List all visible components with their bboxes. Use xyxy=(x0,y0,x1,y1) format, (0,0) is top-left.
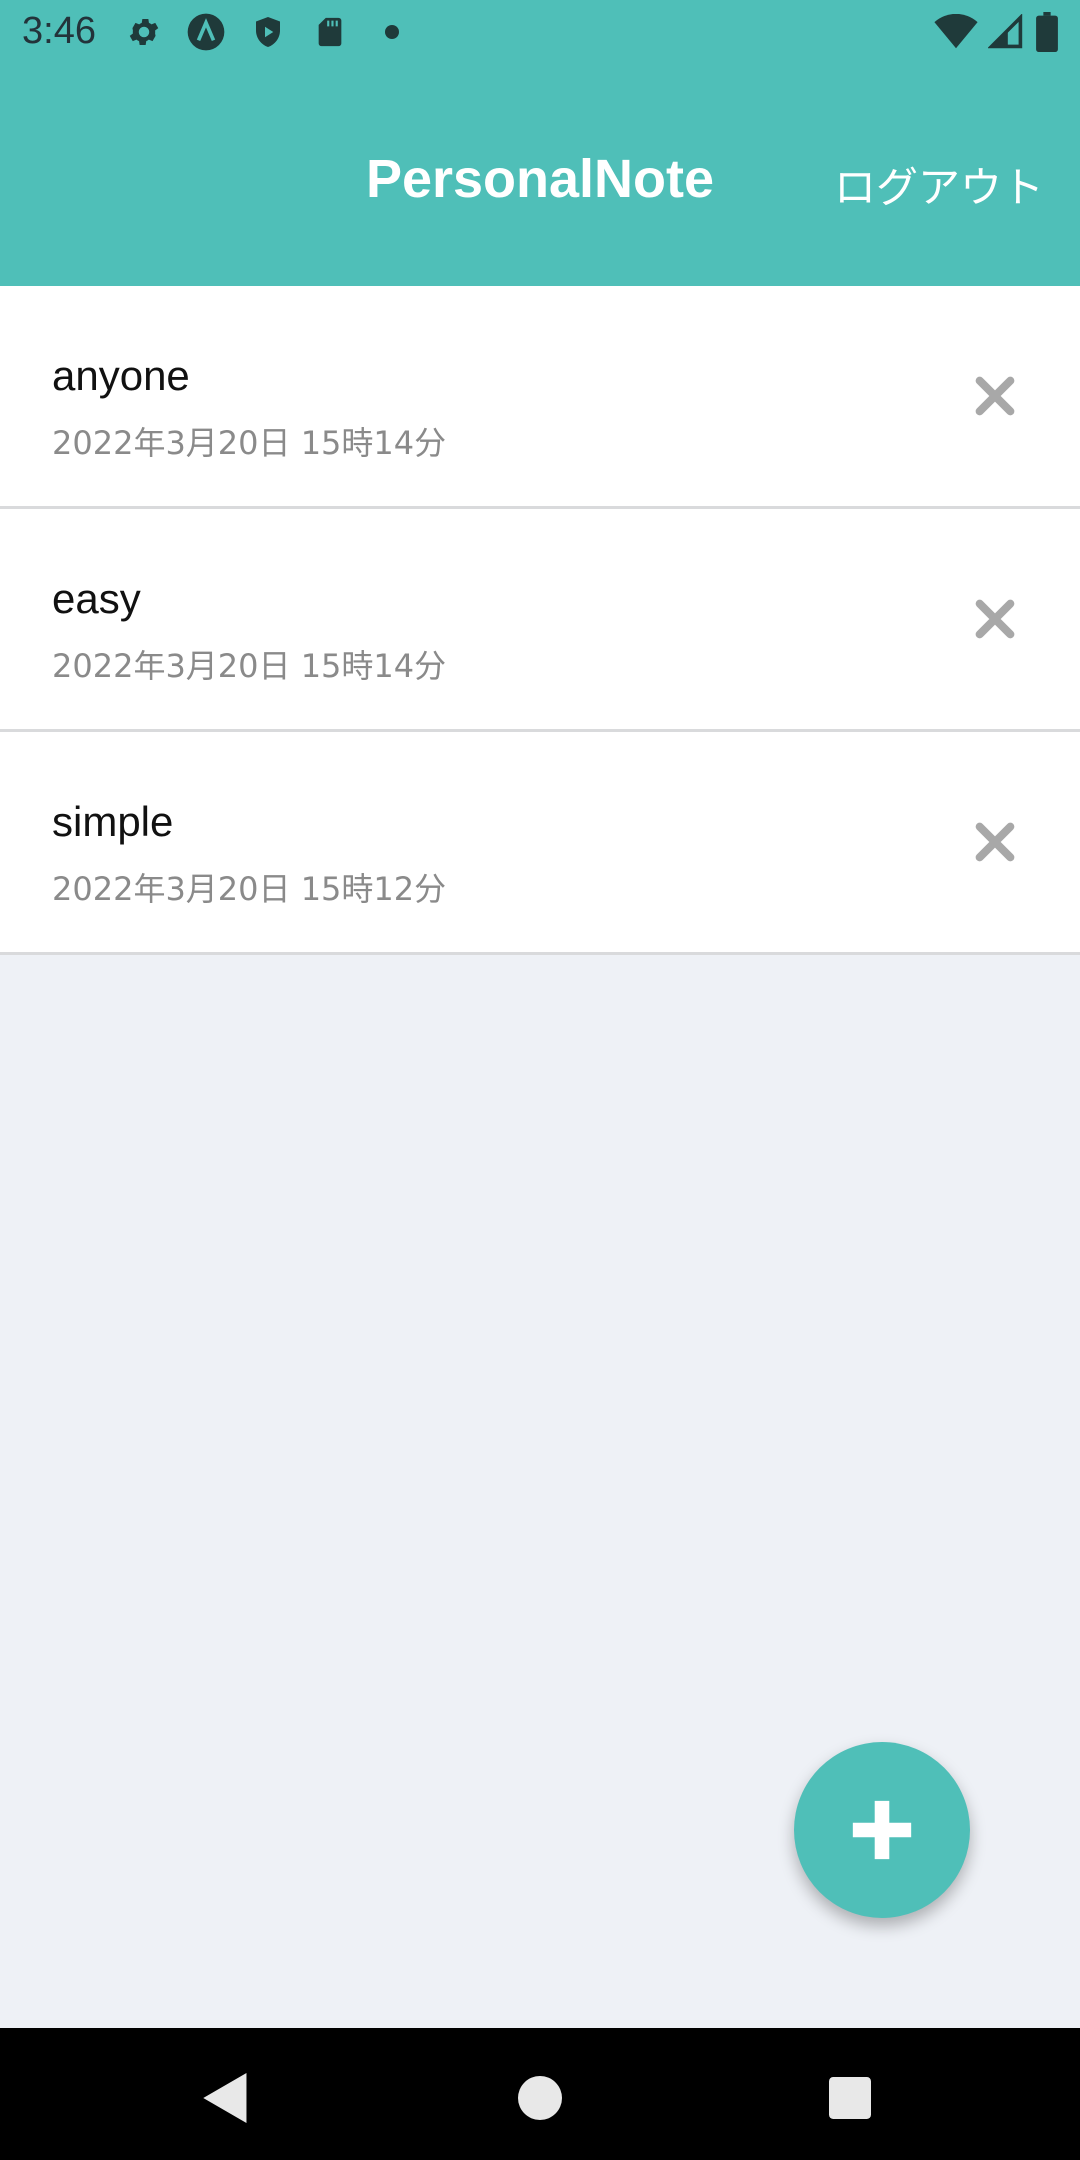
list-item[interactable]: anyone 2022年3月20日 15時14分 xyxy=(0,286,1080,509)
sd-card-icon xyxy=(310,12,350,52)
close-icon xyxy=(975,822,1015,862)
recents-button[interactable] xyxy=(820,2068,880,2128)
close-icon xyxy=(975,376,1015,416)
delete-button[interactable] xyxy=(970,594,1020,644)
plus-icon xyxy=(852,1800,912,1860)
status-bar: 3:46 xyxy=(0,0,1080,66)
note-list: anyone 2022年3月20日 15時14分 easy 2022年3月20日… xyxy=(0,286,1080,955)
back-icon xyxy=(203,2073,247,2123)
battery-icon xyxy=(1034,12,1060,57)
delete-button[interactable] xyxy=(970,371,1020,421)
close-icon xyxy=(975,599,1015,639)
recents-icon xyxy=(829,2077,871,2119)
delete-button[interactable] xyxy=(970,817,1020,867)
shield-play-icon xyxy=(248,12,288,52)
wifi-icon xyxy=(934,13,978,55)
note-title: easy xyxy=(52,575,141,622)
app-a-icon xyxy=(186,12,226,52)
gear-icon xyxy=(124,12,164,52)
home-icon xyxy=(518,2076,562,2120)
screen: 3:46 PersonalNote ログアウト anyone 2022年3月20… xyxy=(0,0,1080,2160)
note-date: 2022年3月20日 15時12分 xyxy=(52,870,447,908)
app-bar: PersonalNote ログアウト xyxy=(0,66,1080,286)
add-note-button[interactable] xyxy=(794,1742,970,1918)
signal-icon xyxy=(987,13,1024,55)
nav-bar xyxy=(0,2028,1080,2160)
back-button[interactable] xyxy=(196,2068,256,2128)
note-title: simple xyxy=(52,798,174,845)
status-icons-right xyxy=(934,12,1060,57)
note-title: anyone xyxy=(52,352,190,399)
note-date: 2022年3月20日 15時14分 xyxy=(52,424,447,462)
logout-button[interactable]: ログアウト xyxy=(834,154,1044,215)
list-item[interactable]: simple 2022年3月20日 15時12分 xyxy=(0,732,1080,955)
dot-icon xyxy=(372,12,412,52)
list-item[interactable]: easy 2022年3月20日 15時14分 xyxy=(0,509,1080,732)
status-time: 3:46 xyxy=(22,10,96,52)
note-date: 2022年3月20日 15時14分 xyxy=(52,647,447,685)
home-button[interactable] xyxy=(510,2068,570,2128)
status-icons-left xyxy=(124,12,412,52)
